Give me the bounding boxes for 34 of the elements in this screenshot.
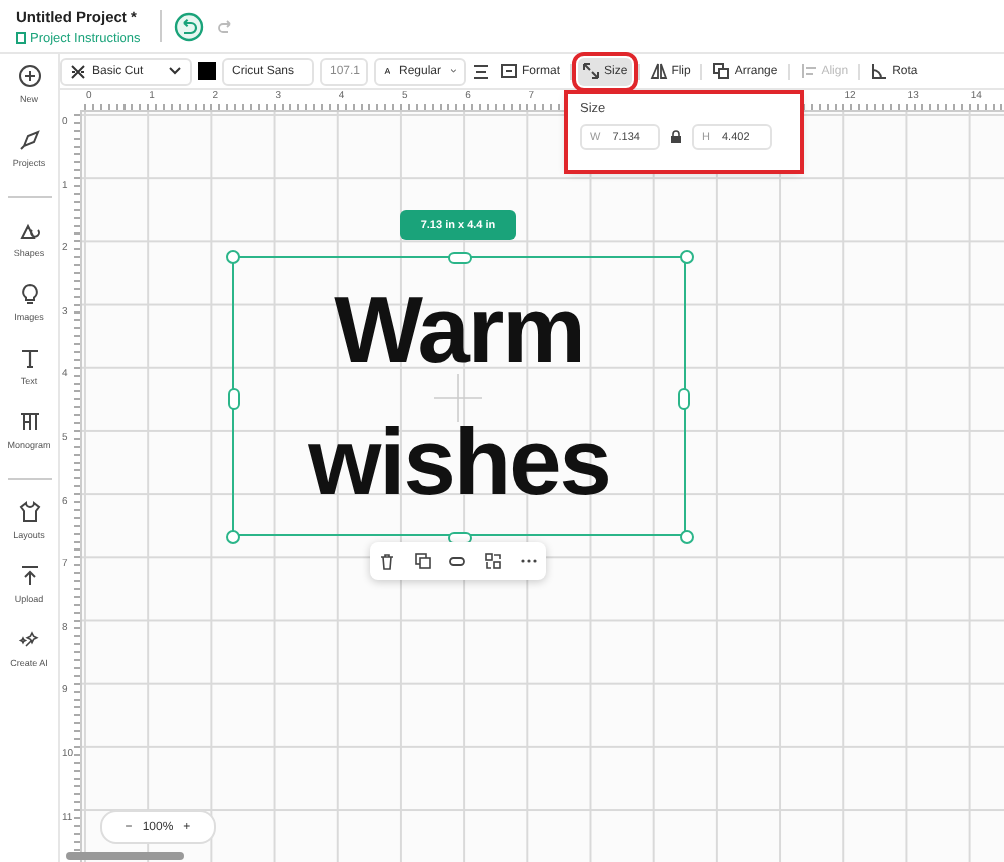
frame-icon	[500, 62, 518, 80]
letter-a-icon	[384, 64, 391, 78]
cut-icon	[70, 63, 86, 79]
flip-icon	[649, 62, 668, 80]
canvas-text[interactable]: Warm	[334, 264, 584, 396]
link-icon[interactable]	[448, 552, 467, 570]
scrollbar[interactable]	[66, 852, 184, 860]
sparkle-icon	[17, 628, 41, 652]
text-icon	[17, 346, 41, 370]
shirt-icon	[17, 500, 41, 524]
lightbulb-icon	[17, 282, 41, 306]
duplicate-icon[interactable]	[413, 552, 432, 570]
resize-handle[interactable]	[228, 388, 240, 410]
undo-icon[interactable]	[174, 11, 205, 41]
resize-icon	[582, 62, 601, 80]
crosshair-icon	[434, 374, 482, 422]
align-lines-icon[interactable]	[472, 63, 490, 79]
canvas-text[interactable]: wishes	[308, 396, 610, 528]
chevron-down-icon	[168, 66, 182, 76]
redo-icon[interactable]	[216, 18, 237, 34]
trash-icon[interactable]	[378, 552, 397, 570]
plus-circle-icon	[17, 64, 41, 88]
lock-icon[interactable]	[670, 130, 682, 144]
selection-box[interactable]: Warm wishes	[232, 256, 686, 536]
color-swatch[interactable]	[198, 62, 216, 80]
monogram-icon	[17, 410, 41, 434]
upload-icon	[17, 564, 41, 588]
resize-handle[interactable]	[448, 252, 472, 264]
document-icon	[16, 32, 26, 44]
resize-handle[interactable]	[678, 388, 690, 410]
align-icon	[799, 62, 818, 80]
rotate-icon	[870, 62, 889, 80]
group-icon[interactable]	[484, 552, 503, 570]
layers-icon	[712, 62, 731, 80]
